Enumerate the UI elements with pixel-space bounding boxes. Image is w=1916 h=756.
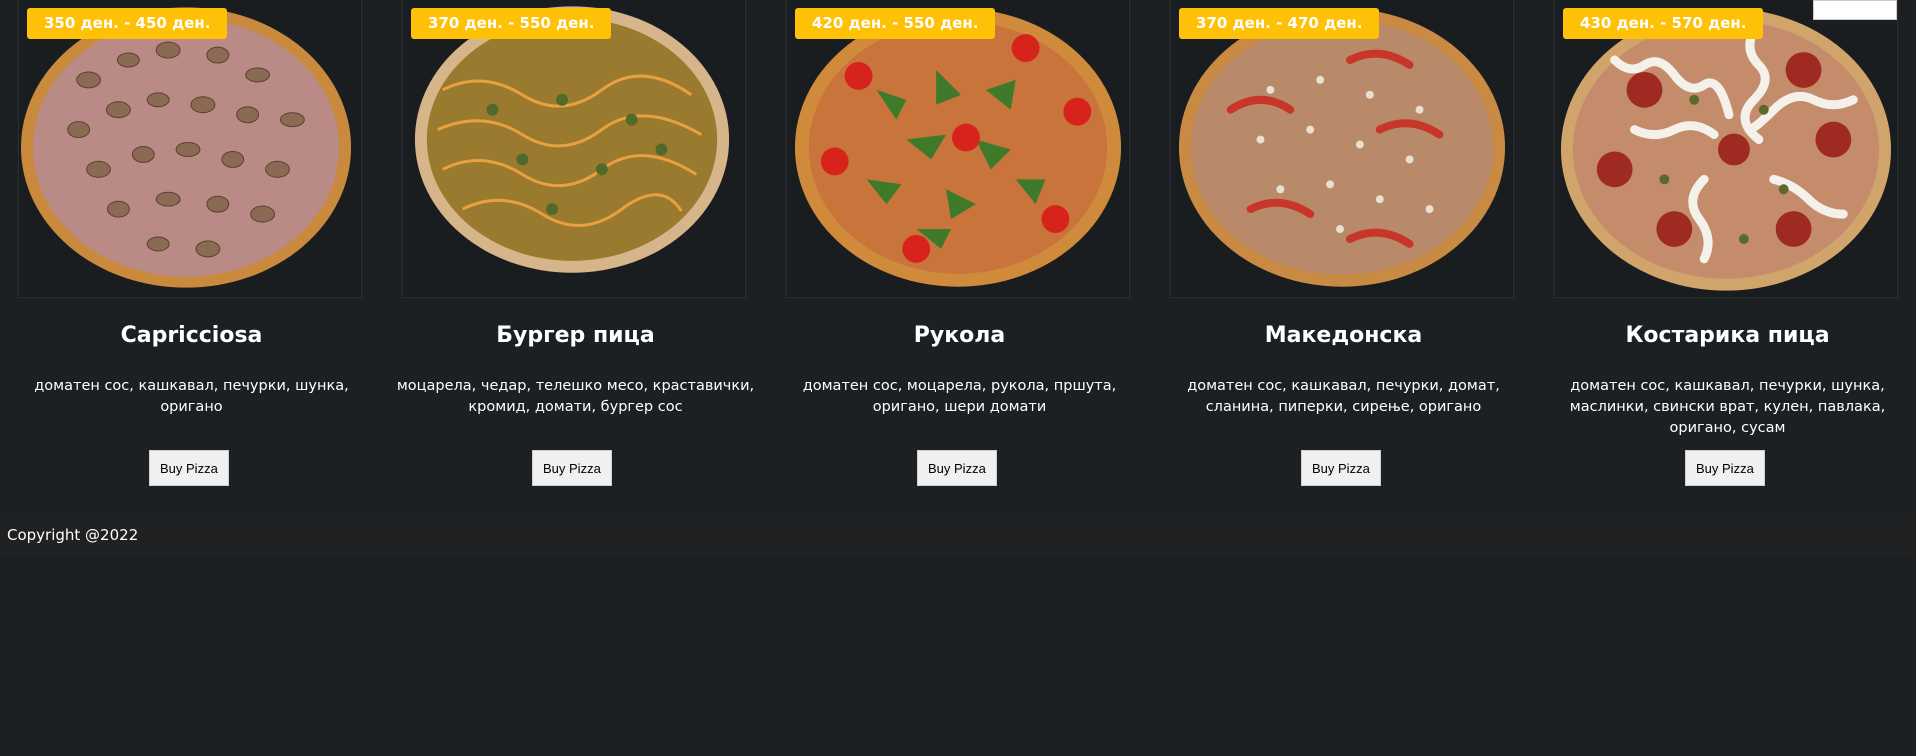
pizza-kostarika-image [1560, 8, 1892, 291]
pizza-card: 370 ден. - 550 ден. Бургер пица моцарела… [384, 0, 767, 512]
pizza-name: Костарика пица [1625, 323, 1830, 348]
pizza-image[interactable] [402, 0, 746, 298]
pizza-description: моцарела, чедар, телешко месо, краставич… [396, 378, 755, 415]
pizza-card: 430 ден. - 570 ден. Костарика пица домат… [1536, 0, 1916, 512]
pizza-grid: 350 ден. - 450 ден. Capricciosa доматен … [0, 0, 1916, 512]
buy-pizza-button[interactable]: Buy Pizza [917, 450, 997, 486]
pizza-name: Рукола [913, 323, 1006, 348]
pizza-description: доматен сос, моцарела, рукола, пршута, о… [802, 378, 1117, 415]
pizza-card: 420 ден. - 550 ден. Рукола доматен сос, … [768, 0, 1151, 512]
pizza-description: доматен сос, кашкавал, печурки, шунка, м… [1569, 378, 1886, 436]
buy-pizza-button[interactable]: Buy Pizza [532, 450, 612, 486]
pizza-description: доматен сос, кашкавал, печурки, шунка, о… [34, 378, 349, 415]
buy-pizza-button[interactable]: Buy Pizza [149, 450, 229, 486]
price-badge: 370 ден. - 550 ден. [411, 8, 612, 39]
pizza-rucola-image [794, 8, 1122, 287]
pizza-makedonska-image [1178, 8, 1506, 287]
pizza-description: доматен сос, кашкавал, печурки, домат, с… [1187, 378, 1500, 415]
pizza-name: Бургер пица [496, 323, 655, 348]
pizza-image[interactable] [1170, 0, 1514, 298]
pizza-image[interactable] [1554, 0, 1898, 298]
buy-pizza-button[interactable]: Buy Pizza [1685, 450, 1765, 486]
pizza-card: 350 ден. - 450 ден. Capricciosa доматен … [0, 0, 383, 512]
pizza-name: Македонска [1264, 323, 1423, 348]
footer: Copyright @2022 [0, 514, 1916, 557]
pizza-image[interactable] [18, 0, 362, 298]
pizza-capricciosa-image [20, 7, 352, 288]
copyright-text: Copyright @2022 [7, 526, 139, 544]
price-badge: 370 ден. - 470 ден. [1179, 8, 1380, 39]
price-badge: 420 ден. - 550 ден. [795, 8, 996, 39]
pizza-burger-image [414, 6, 730, 273]
price-badge: 350 ден. - 450 ден. [27, 8, 228, 39]
buy-pizza-button[interactable]: Buy Pizza [1301, 450, 1381, 486]
corner-box[interactable] [1813, 0, 1897, 20]
pizza-name: Capricciosa [120, 323, 263, 348]
pizza-image[interactable] [786, 0, 1130, 298]
pizza-card: 370 ден. - 470 ден. Македонска доматен с… [1152, 0, 1535, 512]
price-badge: 430 ден. - 570 ден. [1563, 8, 1764, 39]
